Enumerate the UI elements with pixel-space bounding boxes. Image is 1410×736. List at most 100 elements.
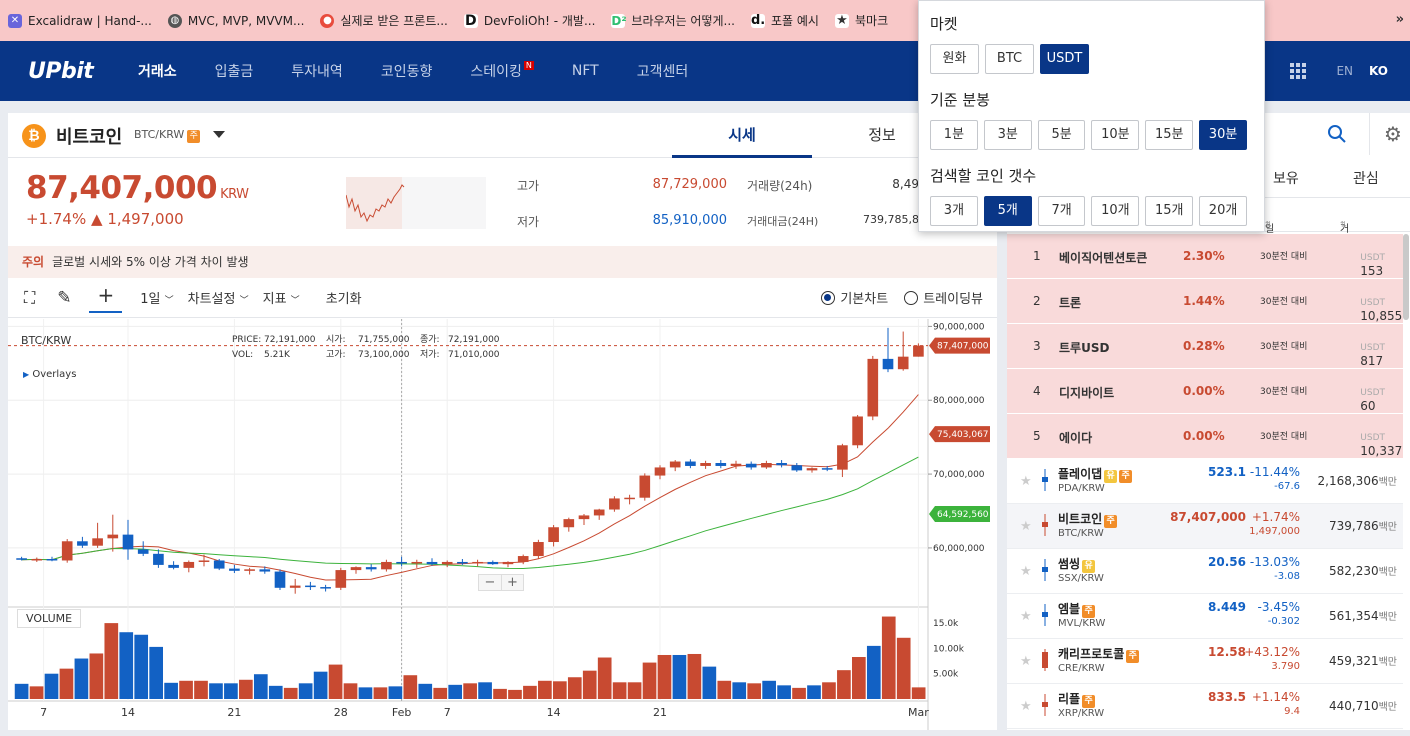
current-price: 87,407,000 KRW: [26, 170, 249, 206]
count-button-4[interactable]: 15개: [1145, 196, 1194, 226]
ranking-row[interactable]: 2 트론 1.44% 30분전 대비 10,855 USDT: [1007, 279, 1403, 324]
bookmark-devfolio[interactable]: D DevFoliOh! - 개발...: [463, 12, 595, 29]
coin-row[interactable]: ★ 엠블 주 MVL/KRW 8.449 -3.45% -0.302 561,35…: [1007, 594, 1403, 639]
coin-row[interactable]: ★ 썸씽 유 SSX/KRW 20.56 -13.03% -3.08 582,23…: [1007, 549, 1403, 594]
tab-favorites[interactable]: 관심: [1353, 168, 1379, 188]
bookmark-browser[interactable]: D² 브라우저는 어떻게...: [611, 12, 735, 29]
nav-support[interactable]: 고객센터: [637, 61, 689, 81]
star-icon[interactable]: ★: [1020, 699, 1032, 714]
count-button-1[interactable]: 5개: [983, 196, 1032, 226]
d2-icon: D²: [611, 13, 627, 28]
volume-bar: [119, 632, 134, 699]
coin-badge: 주: [1119, 470, 1133, 483]
interval-button-2[interactable]: 5분: [1037, 120, 1086, 150]
zoom-in-button[interactable]: +: [501, 575, 523, 590]
apps-grid-icon[interactable]: [1290, 63, 1307, 79]
candle-body: [46, 559, 58, 561]
ranking-row[interactable]: 4 디지바이트 0.00% 30분전 대비 60 USDT: [1007, 369, 1403, 414]
zoom-out-button[interactable]: −: [479, 575, 501, 590]
coin-row[interactable]: ★ 플레이댑 유 주 PDA/KRW 523.1 -11.44% -67.6 2,1…: [1007, 459, 1403, 504]
x-tick-label: 21: [653, 706, 667, 719]
candle-body: [882, 358, 894, 370]
reset-button[interactable]: 초기화: [326, 288, 362, 307]
candle-body: [654, 467, 666, 476]
gear-icon[interactable]: ⚙: [1369, 113, 1402, 155]
overlays-toggle[interactable]: ▶ Overlays: [23, 369, 76, 380]
bookmark-frontend[interactable]: ● 실제로 받은 프론트...: [320, 12, 448, 29]
tab-holdings[interactable]: 보유: [1273, 168, 1299, 188]
rank-volume: 153 USDT: [1360, 253, 1385, 278]
ranking-row[interactable]: 3 트루USD 0.28% 30분전 대비 817 USDT: [1007, 324, 1403, 369]
coin-row[interactable]: ★ 리플 주 XRP/KRW 833.5 +1.14% 9.4 440,710백만: [1007, 684, 1403, 729]
interval-button-5[interactable]: 30분: [1199, 120, 1247, 150]
upbit-logo[interactable]: UPbit: [28, 59, 138, 84]
tradingview-radio[interactable]: 트레이딩뷰: [904, 288, 983, 307]
interval-dropdown[interactable]: 1일 ﹀: [140, 288, 173, 307]
star-icon[interactable]: ★: [1020, 654, 1032, 669]
rank-percent: 0.00%: [1183, 429, 1225, 443]
interval-button-0[interactable]: 1분: [930, 120, 978, 150]
interval-title: 기준 분봉: [930, 91, 990, 109]
star-icon[interactable]: ★: [1020, 564, 1032, 579]
rank-percent: 0.00%: [1183, 384, 1225, 398]
ma-slow-badge: 64,592,560: [937, 510, 989, 520]
market-button-2[interactable]: USDT: [1040, 44, 1089, 74]
interval-button-1[interactable]: 3분: [983, 120, 1032, 150]
warning-banner: 주의 글로벌 시세와 5% 이상 가격 차이 발생: [8, 246, 997, 278]
nav-coin-trends[interactable]: 코인동향: [381, 61, 433, 81]
rank-time: 30분전 대비: [1260, 297, 1308, 307]
fullscreen-icon[interactable]: ⛶: [24, 288, 35, 308]
bookmark-mvc[interactable]: ◍ MVC, MVP, MVVM...: [167, 13, 304, 28]
search-icon[interactable]: [1327, 124, 1347, 144]
count-button-5[interactable]: 20개: [1199, 196, 1247, 226]
caution-badge: 주: [187, 130, 201, 143]
volume-bar: [328, 664, 343, 699]
lang-ko[interactable]: KO: [1369, 64, 1388, 78]
pencil-icon[interactable]: ✎: [57, 288, 71, 308]
bookmark-portfolio[interactable]: d. 포폴 예시: [751, 12, 819, 29]
count-button-0[interactable]: 3개: [930, 196, 978, 226]
count-button-2[interactable]: 7개: [1037, 196, 1086, 226]
star-icon[interactable]: ★: [1020, 609, 1032, 624]
volume-bar: [732, 682, 747, 699]
price-chart[interactable]: 90,000,000 80,000,000 70,000,000 60,000,000…: [8, 319, 997, 730]
count-button-3[interactable]: 10개: [1091, 196, 1140, 226]
interval-button-4[interactable]: 15분: [1145, 120, 1194, 150]
nav-staking[interactable]: 스테이킹 N: [470, 61, 534, 81]
volume-label: VOLUME: [17, 609, 82, 628]
coin-change-amt: 9.4: [1284, 706, 1300, 717]
nav-deposit[interactable]: 입출금: [215, 61, 254, 81]
interval-button-3[interactable]: 10분: [1091, 120, 1140, 150]
tab-price[interactable]: 시세: [672, 113, 812, 158]
bookmark-excalidraw[interactable]: ✕ Excalidraw | Hand-...: [8, 13, 152, 28]
coin-select-chevron-down-icon[interactable]: [213, 131, 225, 138]
bookmark-folder[interactable]: ★ 북마크: [834, 12, 888, 29]
rank-number: 3: [1033, 339, 1041, 353]
crosshair-icon[interactable]: +: [89, 283, 123, 313]
volume-bar: [807, 685, 821, 699]
nav-investments[interactable]: 투자내역: [291, 61, 343, 81]
star-icon[interactable]: ★: [1020, 474, 1032, 489]
coin-badge: 유: [1082, 560, 1096, 573]
new-badge: N: [523, 61, 534, 70]
star-icon[interactable]: ★: [1020, 519, 1032, 534]
indicator-dropdown[interactable]: 지표 ﹀: [263, 288, 300, 307]
nav-exchange[interactable]: 거래소: [138, 61, 177, 81]
scrollbar[interactable]: [1403, 234, 1409, 320]
coin-row[interactable]: ★ 비트코인 주 BTC/KRW 87,407,000 +1.74% 1,497,…: [1007, 504, 1403, 549]
coin-row[interactable]: ★ 캐리프로토콜 주 CRE/KRW 12.58 +43.12% 3.790 45…: [1007, 639, 1403, 684]
chart-settings-dropdown[interactable]: 차트설정 ﹀: [188, 288, 249, 307]
volume-bar: [59, 668, 74, 699]
lang-en[interactable]: EN: [1336, 64, 1353, 78]
basic-chart-radio[interactable]: 기본차트: [821, 288, 888, 307]
coin-change-amt: 3.790: [1271, 661, 1300, 672]
market-button-0[interactable]: 원화: [930, 44, 979, 74]
nav-nft[interactable]: NFT: [572, 63, 599, 79]
candle-body: [806, 468, 818, 471]
ranking-row[interactable]: 5 에이다 0.00% 30분전 대비 10,337 USDT: [1007, 414, 1403, 459]
bookmarks-more-button[interactable]: »: [1396, 12, 1404, 27]
candle-body: [244, 569, 255, 571]
ranking-row[interactable]: 1 베이직어텐션토큰 2.30% 30분전 대비 153 USDT: [1007, 234, 1403, 279]
market-button-1[interactable]: BTC: [985, 44, 1034, 74]
volume-bar: [642, 662, 657, 699]
